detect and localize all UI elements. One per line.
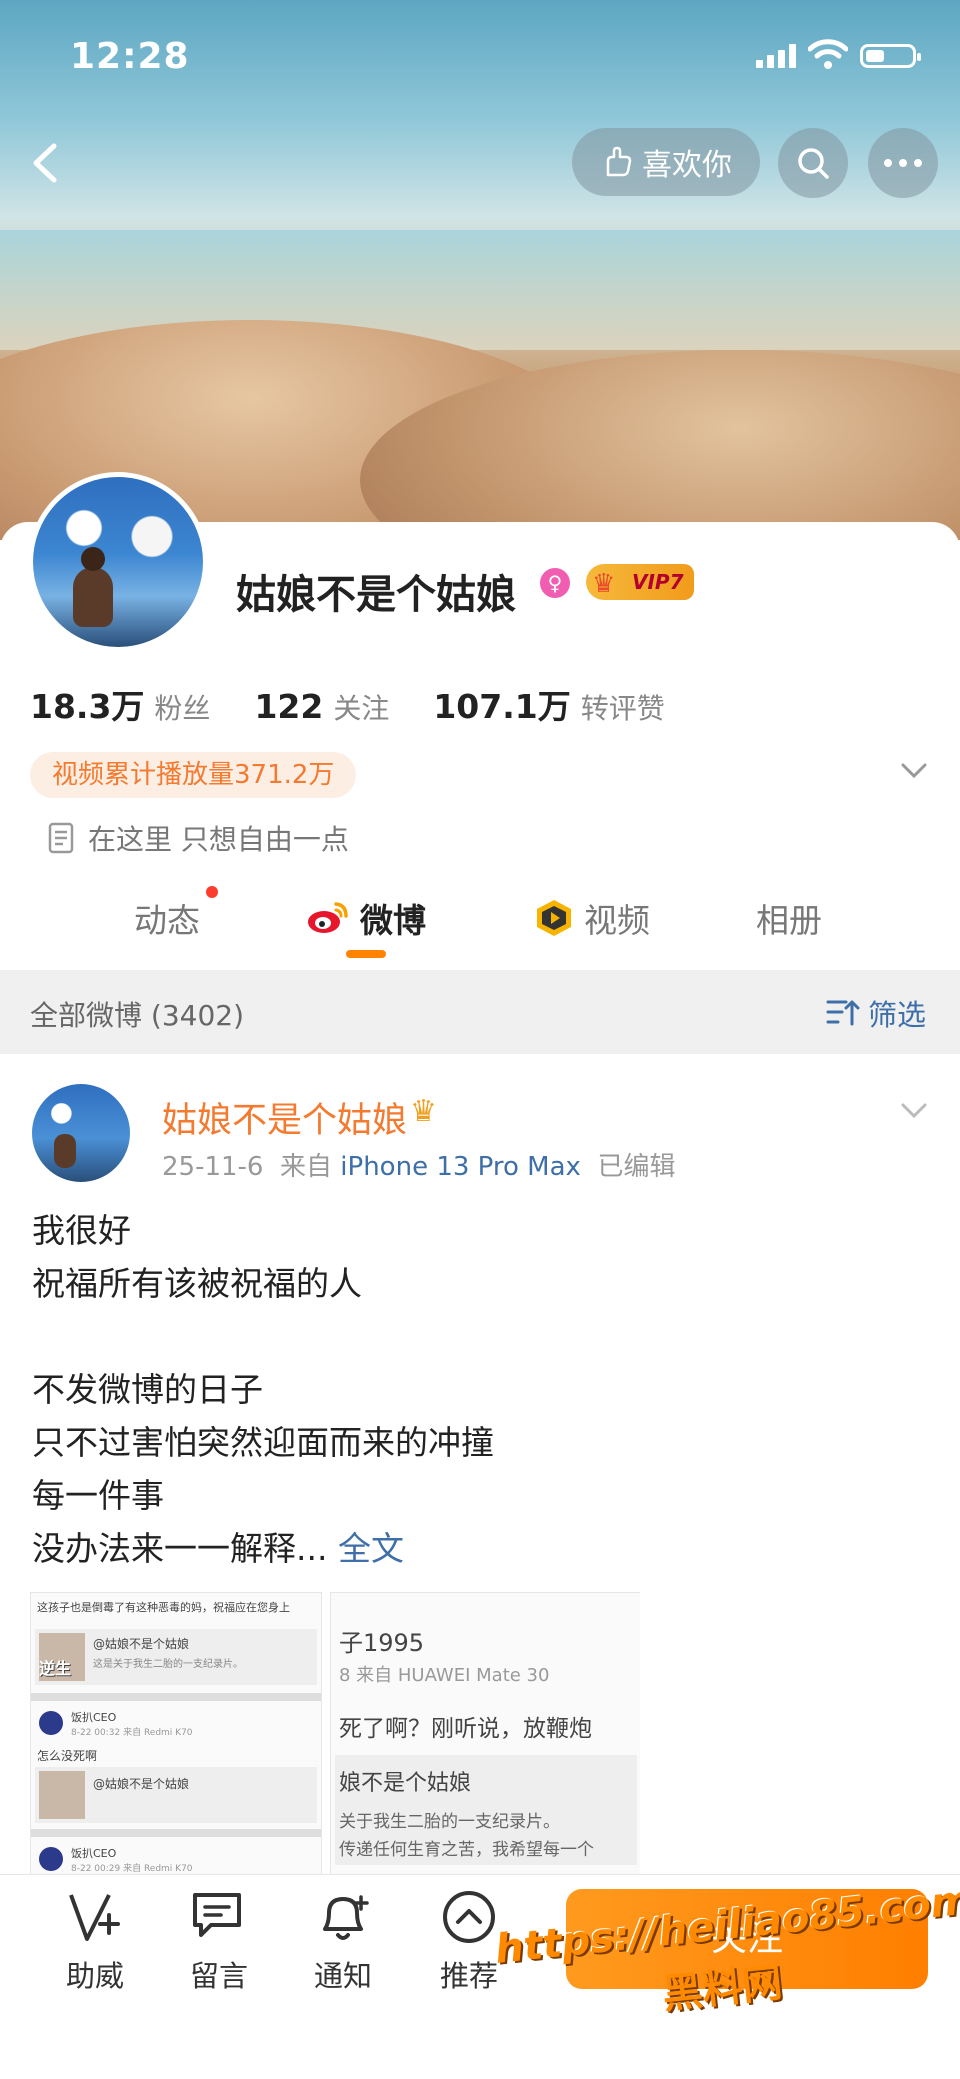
- profile-tabs: 动态 微博 视频 相册: [0, 880, 960, 960]
- screenshot-text: @姑娘不是个姑娘: [93, 1777, 190, 1791]
- tab-label: 微博: [360, 901, 426, 940]
- tab-album[interactable]: 相册: [756, 894, 822, 942]
- post-text: 我很好 祝福所有该被祝福的人 不发微博的日子 只不过害怕突然迎面而来的冲撞 每一…: [32, 1211, 494, 1568]
- tab-weibo[interactable]: 微博: [306, 894, 426, 942]
- stat-followers[interactable]: 18.3万 粉丝: [30, 680, 210, 728]
- screenshot-text: @姑娘不是个姑娘: [93, 1637, 190, 1651]
- stat-interactions[interactable]: 107.1万 转评赞: [433, 680, 664, 728]
- screenshot-text: 8-22 00:32 来自 Redmi K70: [71, 1728, 193, 1738]
- screenshot-text: 娘不是个姑娘: [339, 1771, 472, 1796]
- screenshot-text: 8-22 00:29 来自 Redmi K70: [71, 1864, 193, 1874]
- status-time: 12:28: [70, 36, 190, 77]
- crown-icon: ♛: [592, 569, 616, 599]
- crown-icon: ♛: [410, 1094, 437, 1129]
- avatar: [39, 1711, 63, 1735]
- post-body: 我很好 祝福所有该被祝福的人 不发微博的日子 只不过害怕突然迎面而来的冲撞 每一…: [32, 1204, 932, 1575]
- stat-label: 关注: [333, 692, 390, 725]
- screenshot-text: 关于我生二胎的一支纪录片。: [339, 1812, 560, 1832]
- status-bar: 12:28: [0, 0, 960, 110]
- stat-label: 粉丝: [154, 692, 211, 725]
- more-button[interactable]: [868, 128, 938, 198]
- screenshot-text: 饭扒CEO: [71, 1711, 117, 1724]
- stat-value: 18.3万: [30, 687, 145, 726]
- screenshot-text: 这是关于我生二胎的一支纪录片。: [93, 1659, 243, 1670]
- quote-card: 娘不是个姑娘 关于我生二胎的一支纪录片。 传递任何生育之苦，我希望每一个: [335, 1755, 637, 1865]
- active-tab-indicator: [346, 950, 386, 958]
- post-avatar[interactable]: [32, 1084, 130, 1182]
- stat-value: 107.1万: [433, 687, 571, 726]
- divider: [31, 1693, 321, 1701]
- vip-badge[interactable]: ♛ VIP7: [586, 564, 694, 600]
- notification-dot: [206, 886, 218, 898]
- tab-label: 动态: [134, 901, 200, 940]
- bio-text: 在这里 只想自由一点: [88, 823, 349, 856]
- cheer-button[interactable]: 助威: [50, 1889, 140, 1995]
- profile-avatar[interactable]: [28, 472, 208, 652]
- filter-label: 筛选: [867, 998, 926, 1032]
- sticker-text: 逆生: [39, 1659, 72, 1678]
- like-you-button[interactable]: 喜欢你: [572, 128, 760, 196]
- weibo-count: 全部微博 (3402): [30, 999, 245, 1032]
- search-button[interactable]: [778, 128, 848, 198]
- chevron-up-circle-icon: [443, 1891, 495, 1943]
- tab-feed[interactable]: 动态: [134, 894, 200, 942]
- search-icon: [798, 148, 829, 179]
- screenshot-text: 传递任何生育之苦，我希望每一个: [339, 1840, 594, 1860]
- stat-following[interactable]: 122 关注: [254, 687, 389, 727]
- screenshot-text: 死了啊？刚听说，放鞭炮: [339, 1716, 592, 1742]
- filter-icon: [826, 1000, 860, 1026]
- bottom-item-label: 通知: [313, 1959, 372, 1993]
- bottom-item-label: 助威: [65, 1959, 124, 1993]
- vip-label: VIP7: [632, 570, 684, 594]
- filter-bar: 全部微博 (3402) 筛选: [0, 970, 960, 1054]
- stat-value: 122: [254, 687, 324, 726]
- tab-label: 相册: [756, 901, 822, 940]
- avatar: [39, 1847, 63, 1871]
- tab-label: 视频: [584, 901, 650, 940]
- bottom-item-label: 留言: [189, 1959, 248, 1993]
- battery-icon: [860, 44, 921, 68]
- tab-video[interactable]: 视频: [534, 894, 650, 942]
- filter-button[interactable]: 筛选: [826, 992, 926, 1034]
- more-dots-icon: [884, 159, 922, 167]
- post-source[interactable]: iPhone 13 Pro Max: [340, 1152, 581, 1182]
- weibo-logo-icon: [308, 902, 348, 933]
- video-play-icon: [537, 900, 571, 936]
- cellular-signal-icon: [756, 44, 796, 68]
- screenshot-text: 饭扒CEO: [71, 1847, 117, 1860]
- stat-label: 转评赞: [580, 692, 665, 725]
- screenshot-text: 怎么没死啊: [37, 1749, 98, 1763]
- post-author[interactable]: 姑娘不是个姑娘: [162, 1092, 407, 1143]
- message-bubble-icon: [193, 1893, 241, 1937]
- post-edited: 已编辑: [597, 1152, 676, 1182]
- screenshot-text: 这孩子也是倒霉了有这种恶毒的妈，祝福应在您身上: [37, 1601, 290, 1614]
- profile-bio: 在这里 只想自由一点: [48, 818, 349, 858]
- profile-name: 姑娘不是个姑娘: [236, 572, 516, 618]
- screenshot-text: 子1995: [339, 1629, 425, 1657]
- like-you-label: 喜欢你: [642, 148, 732, 183]
- female-gender-icon: ♀: [540, 568, 570, 598]
- notify-button[interactable]: 通知: [298, 1889, 388, 1995]
- message-button[interactable]: 留言: [174, 1889, 264, 1995]
- chevron-down-icon[interactable]: [900, 762, 928, 780]
- post-source-prefix: 来自: [280, 1152, 333, 1182]
- bell-plus-icon: [323, 1895, 369, 1940]
- post-meta: 25-11-6 来自 iPhone 13 Pro Max 已编辑: [162, 1146, 675, 1183]
- profile-stats: 18.3万 粉丝 122 关注 107.1万 转评赞: [30, 680, 665, 728]
- back-arrow-icon[interactable]: [22, 138, 72, 188]
- video-plays-badge[interactable]: 视频累计播放量371.2万: [30, 752, 357, 798]
- chevron-down-icon[interactable]: [900, 1102, 928, 1120]
- quote-thumbnail: [39, 1771, 85, 1819]
- quote-card: @姑娘不是个姑娘: [35, 1767, 317, 1823]
- cheer-v-plus-icon: [69, 1894, 120, 1941]
- full-text-link[interactable]: 全文: [338, 1529, 404, 1568]
- screenshot-text: 8 来自 HUAWEI Mate 30: [339, 1665, 550, 1686]
- divider: [31, 1829, 321, 1837]
- quote-card: @姑娘不是个姑娘 这是关于我生二胎的一支纪录片。: [35, 1629, 317, 1685]
- document-icon: [48, 822, 74, 854]
- wifi-icon: [808, 39, 848, 69]
- post-date: 25-11-6: [162, 1152, 264, 1182]
- hand-heart-icon: [606, 146, 632, 177]
